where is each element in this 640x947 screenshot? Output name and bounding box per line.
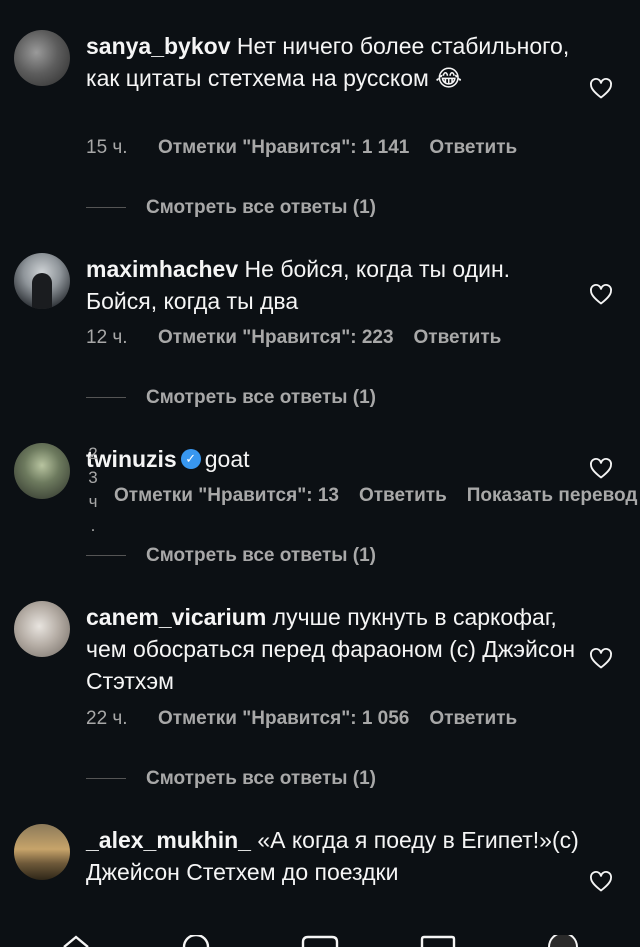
comment-text: maximhachev Не бойся, когда ты один. Бой… <box>86 253 586 317</box>
comment-text: sanya_bykov Нет ничего более стабильного… <box>86 30 586 94</box>
comment-time: 2 3 ч . <box>88 444 98 535</box>
comment-meta: 22 ч. Отметки "Нравится": 1 056 Ответить <box>86 707 517 731</box>
likes-count[interactable]: Отметки "Нравится": 13 <box>114 485 339 506</box>
avatar[interactable] <box>14 443 70 499</box>
view-replies-label: Смотреть все ответы (1) <box>146 545 376 566</box>
heart-outline-icon[interactable] <box>589 283 613 307</box>
divider <box>86 207 126 209</box>
divider <box>86 778 126 780</box>
verified-badge-icon: ✓ <box>180 448 201 469</box>
reply-button[interactable]: Ответить <box>429 137 517 158</box>
comment-meta: 12 ч. Отметки "Нравится": 223 Ответить <box>86 326 501 350</box>
view-replies-button[interactable]: Смотреть все ответы (1) <box>86 767 376 791</box>
avatar[interactable] <box>14 824 70 880</box>
comment-text: twinuzis ✓ goat <box>86 443 586 475</box>
heart-outline-icon[interactable] <box>589 870 613 894</box>
likes-count[interactable]: Отметки "Нравится": 223 <box>158 327 394 348</box>
profile-icon[interactable] <box>546 935 580 947</box>
comment-username[interactable]: maximhachev <box>86 256 238 282</box>
view-replies-button[interactable]: Смотреть все ответы (1) <box>86 196 376 220</box>
comment-time: 12 ч. <box>86 327 128 348</box>
reply-button[interactable]: Ответить <box>359 485 447 506</box>
likes-count[interactable]: Отметки "Нравится": 1 056 <box>158 708 409 729</box>
reels-icon[interactable] <box>301 935 339 947</box>
translate-button[interactable]: Показать перевод <box>467 485 638 506</box>
reply-button[interactable]: Ответить <box>429 708 517 729</box>
view-replies-label: Смотреть все ответы (1) <box>146 197 376 218</box>
divider <box>86 555 126 557</box>
heart-outline-icon[interactable] <box>589 647 613 671</box>
comment-text: _alex_mukhin_ «А когда я поеду в Египет!… <box>86 824 586 888</box>
search-icon[interactable] <box>181 935 211 947</box>
comment-username[interactable]: _alex_mukhin_ <box>86 827 251 853</box>
divider <box>86 397 126 399</box>
comment-body: goat <box>204 446 250 472</box>
likes-count[interactable]: Отметки "Нравится": 1 141 <box>158 137 409 158</box>
reply-button[interactable]: Ответить <box>414 327 502 348</box>
bottom-navigation <box>0 935 640 947</box>
home-icon[interactable] <box>62 935 90 947</box>
comment-time: 15 ч. <box>86 137 128 158</box>
heart-outline-icon[interactable] <box>589 77 613 101</box>
comment-username[interactable]: canem_vicarium <box>86 604 266 630</box>
comment-time: 22 ч. <box>86 708 128 729</box>
comment-meta: Отметки "Нравится": 13 Ответить Показать п… <box>114 484 637 508</box>
view-replies-button[interactable]: Смотреть все ответы (1) <box>86 386 376 410</box>
comment-meta: 15 ч. Отметки "Нравится": 1 141 Ответить <box>86 136 517 160</box>
view-replies-button[interactable]: Смотреть все ответы (1) <box>86 544 376 568</box>
comment-text: canem_vicarium лучше пукнуть в саркофаг,… <box>86 601 586 697</box>
heart-outline-icon[interactable] <box>589 457 613 481</box>
comment-username[interactable]: sanya_bykov <box>86 33 230 59</box>
avatar[interactable] <box>14 253 70 309</box>
view-replies-label: Смотреть все ответы (1) <box>146 768 376 789</box>
avatar[interactable] <box>14 601 70 657</box>
view-replies-label: Смотреть все ответы (1) <box>146 387 376 408</box>
avatar[interactable] <box>14 30 70 86</box>
shop-icon[interactable] <box>420 935 456 947</box>
